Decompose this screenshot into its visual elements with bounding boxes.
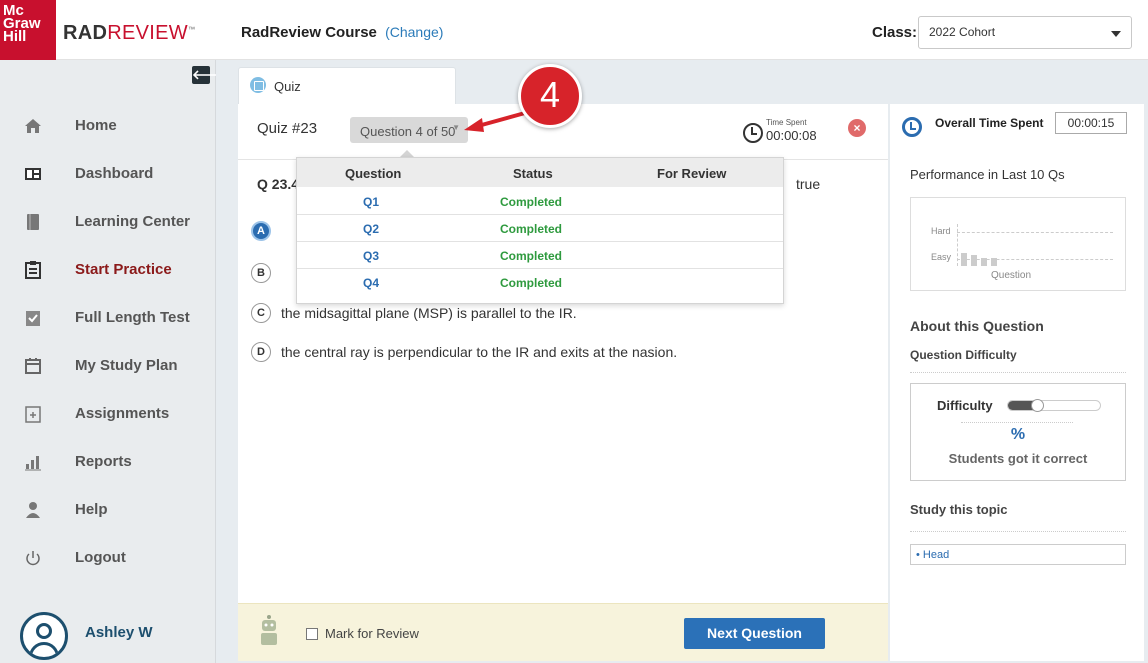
quiz-footer: Mark for Review Next Question: [238, 603, 888, 661]
sidebar-item-learning-center[interactable]: Learning Center: [0, 202, 215, 242]
help-person-icon: [26, 502, 40, 518]
avatar-body: [29, 642, 59, 657]
user-name: Ashley W: [85, 624, 153, 641]
calendar-icon: [25, 358, 41, 374]
study-topic-title: Study this topic: [910, 502, 1008, 517]
difficulty-meter: [1007, 399, 1101, 412]
chevron-down-icon: ▼: [452, 123, 460, 132]
tab-quiz[interactable]: Quiz: [238, 67, 456, 104]
sidebar-item-home[interactable]: Home: [0, 106, 215, 146]
annotation-arrow-icon: [464, 111, 526, 132]
collapse-sidebar-button[interactable]: 🡐: [192, 66, 227, 84]
performance-bar: [961, 253, 967, 266]
sidebar-item-reports[interactable]: Reports: [0, 442, 215, 482]
book-icon: [27, 214, 39, 230]
question-text-tail: true: [796, 176, 821, 192]
performance-title: Performance in Last 10 Qs: [910, 167, 1065, 182]
home-icon: [25, 119, 41, 133]
performance-bar: [981, 258, 987, 266]
avatar-head: [36, 623, 52, 639]
close-icon[interactable]: ×: [848, 119, 866, 137]
dashboard-icon: [25, 168, 41, 180]
sidebar-item-dashboard[interactable]: Dashboard: [0, 154, 215, 194]
question-list-header: Question Status For Review: [297, 158, 783, 187]
about-question-title: About this Question: [910, 318, 1044, 334]
choice-badge-b: B: [251, 263, 271, 283]
question-number: Q 23.4: [257, 176, 300, 192]
choice-badge-a: A: [251, 221, 271, 241]
right-panel: Overall Time Spent 00:00:15 Performance …: [890, 104, 1144, 661]
question-list-row[interactable]: Q1 Completed: [297, 188, 783, 215]
power-icon: [26, 551, 40, 566]
chevron-down-icon: [1111, 31, 1121, 37]
question-list-row[interactable]: Q4 Completed: [297, 269, 783, 296]
performance-bar: [971, 255, 977, 266]
mcgraw-hill-logo[interactable]: Mc Graw Hill: [0, 0, 56, 60]
sidebar-item-my-study-plan[interactable]: My Study Plan: [0, 346, 215, 386]
mark-for-review-checkbox[interactable]: [306, 628, 318, 640]
clock-icon: [902, 117, 922, 137]
question-list-row[interactable]: Q2 Completed: [297, 215, 783, 242]
percent-correct: %: [1010, 426, 1026, 443]
divider: [961, 422, 1073, 423]
radreview-brand: RADREVIEW™: [63, 22, 196, 44]
sidebar-item-full-length-test[interactable]: Full Length Test: [0, 298, 215, 338]
sidebar-item-logout[interactable]: Logout: [0, 538, 215, 578]
question-selector[interactable]: Question 4 of 50 ▼: [350, 117, 468, 143]
mark-for-review-label: Mark for Review: [325, 626, 419, 641]
study-topic-link[interactable]: • Head: [910, 544, 1126, 565]
percent-correct-caption: Students got it correct: [948, 451, 1088, 466]
performance-chart: Hard Easy Question: [910, 197, 1126, 291]
class-label: Class:: [872, 24, 918, 41]
question-list-dropdown: Question Status For Review Q1 Completed …: [296, 157, 784, 304]
assignment-icon: [25, 406, 41, 423]
top-header: Mc Graw Hill RADREVIEW™ RadReview Course…: [0, 0, 1148, 60]
robot-icon: [261, 615, 277, 645]
y-axis-line: [957, 224, 958, 266]
performance-bar: [991, 258, 997, 266]
bar-chart-icon: [25, 456, 41, 471]
next-question-button[interactable]: Next Question: [684, 618, 825, 649]
choice-c[interactable]: C the midsagittal plane (MSP) is paralle…: [251, 303, 871, 333]
overall-time-label: Overall Time Spent: [935, 116, 1044, 130]
choice-badge-c: C: [251, 303, 271, 323]
sidebar-item-assignments[interactable]: Assignments: [0, 394, 215, 434]
choice-d[interactable]: D the central ray is perpendicular to th…: [251, 342, 871, 372]
quiz-icon: [250, 77, 266, 93]
clipboard-icon: [25, 261, 41, 279]
sidebar: 🡐 Home Dashboard Learning Center Start P…: [0, 60, 227, 663]
course-title: RadReview Course (Change): [241, 24, 444, 41]
divider: [910, 531, 1126, 532]
sidebar-item-help[interactable]: Help: [0, 490, 215, 530]
divider: [910, 372, 1126, 373]
sidebar-item-start-practice[interactable]: Start Practice: [0, 250, 215, 290]
time-spent-caption: Time Spent: [766, 118, 807, 127]
difficulty-box: Difficulty % Students got it correct: [910, 383, 1126, 481]
user-profile[interactable]: Ashley W: [0, 605, 215, 663]
check-clipboard-icon: [26, 311, 40, 326]
question-difficulty-title: Question Difficulty: [910, 348, 1017, 362]
change-course-link[interactable]: (Change): [385, 24, 443, 40]
difficulty-knob: [1031, 399, 1044, 412]
clock-icon: [743, 123, 763, 143]
time-spent-value: 00:00:08: [766, 128, 817, 143]
dropdown-pointer: [400, 150, 414, 157]
choice-badge-d: D: [251, 342, 271, 362]
question-list-row[interactable]: Q3 Completed: [297, 242, 783, 269]
quiz-number: Quiz #23: [257, 120, 318, 137]
avatar: [20, 612, 68, 660]
hard-gridline: [957, 232, 1113, 233]
overall-time-value: 00:00:15: [1055, 112, 1127, 134]
class-select[interactable]: 2022 Cohort: [918, 16, 1132, 49]
annotation-step-marker: 4: [518, 64, 582, 128]
